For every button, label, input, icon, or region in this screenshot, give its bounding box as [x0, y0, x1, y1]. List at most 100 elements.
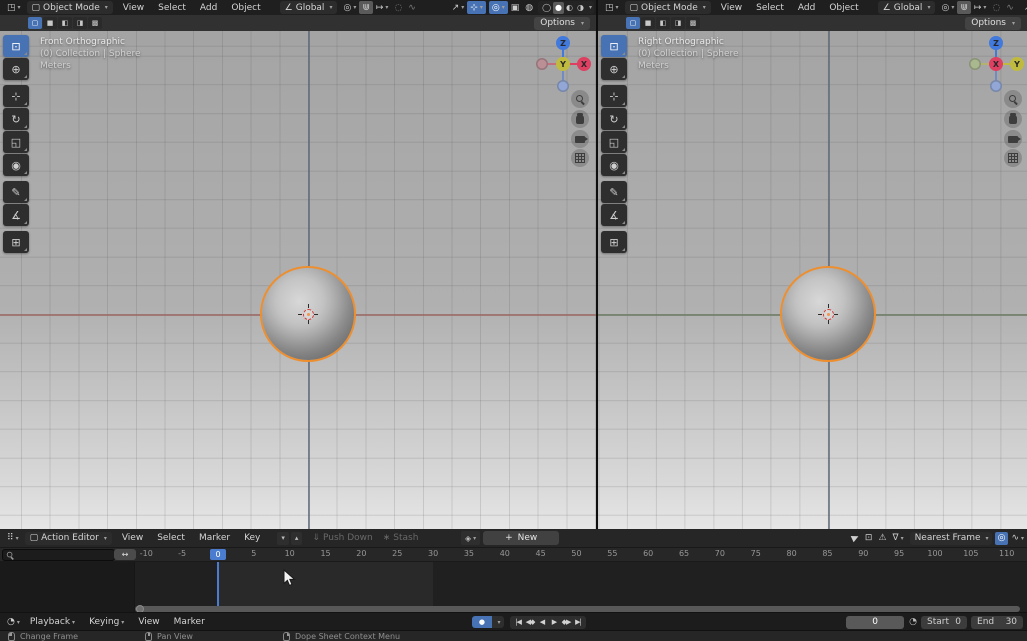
- proportional-falloff-button[interactable]: ∿: [405, 1, 419, 14]
- tool-add-cube[interactable]: ⊞: [601, 231, 627, 253]
- stash-button[interactable]: ∗ Stash: [383, 533, 419, 543]
- use-preview-range-icon[interactable]: ◔: [909, 617, 917, 627]
- next-keyframe-button[interactable]: ◆▶: [560, 618, 572, 626]
- select-mode-intersect[interactable]: ▩: [88, 17, 102, 29]
- playhead-snap-button[interactable]: ▶: [849, 532, 862, 545]
- move-down-button[interactable]: ▾: [277, 532, 289, 545]
- shading-material-preview-icon[interactable]: ◐: [564, 2, 575, 14]
- gizmo-negy-ball[interactable]: [969, 58, 981, 70]
- snap-toggle-button[interactable]: ⋓: [359, 1, 373, 14]
- select-mode-subtract[interactable]: ◧: [58, 17, 72, 29]
- overlays-toggle-button[interactable]: ◍: [522, 1, 536, 14]
- move-up-button[interactable]: ▴: [291, 532, 303, 545]
- camera-view-button[interactable]: [1004, 130, 1022, 148]
- options-button[interactable]: Options ▾: [534, 17, 590, 30]
- play-forward-button[interactable]: ▶: [548, 618, 560, 626]
- orientation-dropdown[interactable]: ∠ Global ▾: [280, 1, 338, 14]
- tool-rotate[interactable]: ↻: [3, 108, 29, 130]
- snap-settings-button[interactable]: ↦ ▾: [373, 1, 392, 14]
- menu-select[interactable]: Select: [151, 3, 193, 13]
- select-mode-extend[interactable]: ■: [641, 17, 655, 29]
- show-gizmo-button[interactable]: ↗ ▾: [449, 1, 468, 14]
- select-mode-subtract[interactable]: ◧: [656, 17, 670, 29]
- snap-mode-dropdown[interactable]: Nearest Frame ▾: [910, 532, 992, 545]
- toggle-ortho-button[interactable]: [1004, 149, 1022, 167]
- dope-mode-dropdown[interactable]: ▢ Action Editor ▾: [25, 532, 112, 545]
- gizmo-x-ball[interactable]: X: [989, 57, 1003, 71]
- tool-scale[interactable]: ◱: [601, 131, 627, 153]
- gizmo-negz-ball[interactable]: [990, 80, 1002, 92]
- editor-type-button[interactable]: ◳ ▾: [4, 1, 24, 14]
- gizmo-negx-ball[interactable]: [536, 58, 548, 70]
- menu-marker[interactable]: Marker: [167, 617, 212, 627]
- menu-object[interactable]: Object: [822, 3, 865, 13]
- tool-transform[interactable]: ◉: [601, 154, 627, 176]
- menu-view[interactable]: View: [714, 3, 749, 13]
- menu-select[interactable]: Select: [749, 3, 791, 13]
- menu-add[interactable]: Add: [791, 3, 822, 13]
- navigation-gizmo[interactable]: Z Y X: [968, 36, 1024, 92]
- snap-target-button[interactable]: ⊹ ▾: [467, 1, 486, 14]
- proportional-edit-toggle[interactable]: ◎: [995, 532, 1009, 545]
- menu-view[interactable]: View: [131, 617, 166, 627]
- playhead-frame-badge[interactable]: 0: [210, 549, 226, 560]
- navigation-gizmo[interactable]: Z X Y: [535, 36, 591, 92]
- show-errors-button[interactable]: ⚠: [875, 532, 889, 545]
- zoom-button[interactable]: [1004, 90, 1022, 108]
- jump-to-end-button[interactable]: ▶|: [572, 618, 584, 626]
- orientation-dropdown[interactable]: ∠ Global ▾: [878, 1, 936, 14]
- filter-button[interactable]: ∇ ▾: [890, 532, 907, 545]
- action-browse-button[interactable]: ◈ ▾: [461, 531, 480, 545]
- tool-select-box[interactable]: ⊡: [601, 35, 627, 57]
- select-mode-set[interactable]: ▢: [626, 17, 640, 29]
- options-button[interactable]: Options ▾: [965, 17, 1021, 30]
- shading-rendered-icon[interactable]: ◑: [575, 2, 586, 14]
- tool-measure[interactable]: ∡: [601, 204, 627, 226]
- shading-wireframe-icon[interactable]: ◯: [540, 2, 553, 14]
- timeline-ruler[interactable]: ↔ -10-5051015202530354045505560657075808…: [0, 548, 1027, 562]
- viewport-canvas-front[interactable]: Front Orthographic (0) Collection | Sphe…: [0, 31, 596, 529]
- select-mode-set[interactable]: ▢: [28, 17, 42, 29]
- tool-move[interactable]: ⊹: [3, 85, 29, 107]
- gizmo-y-ball[interactable]: Y: [1010, 57, 1024, 71]
- snap-settings-button[interactable]: ↦ ▾: [971, 1, 990, 14]
- menu-view[interactable]: View: [116, 3, 151, 13]
- tool-measure[interactable]: ∡: [3, 204, 29, 226]
- editor-type-button[interactable]: ⠿ ▾: [4, 532, 22, 545]
- previous-keyframe-button[interactable]: ◀◆: [524, 618, 536, 626]
- mode-dropdown[interactable]: ▢ Object Mode ▾: [27, 1, 113, 14]
- pan-button[interactable]: [571, 110, 589, 128]
- tool-scale[interactable]: ◱: [3, 131, 29, 153]
- menu-marker[interactable]: Marker: [192, 533, 237, 543]
- tool-annotate[interactable]: ✎: [3, 181, 29, 203]
- tool-add-cube[interactable]: ⊞: [3, 231, 29, 253]
- snap-toggle-button[interactable]: ⋓: [957, 1, 971, 14]
- zoom-button[interactable]: [571, 90, 589, 108]
- tool-cursor[interactable]: ⊕: [3, 58, 29, 80]
- jump-to-start-button[interactable]: |◀: [512, 618, 524, 626]
- tool-move[interactable]: ⊹: [601, 85, 627, 107]
- falloff-dropdown[interactable]: ∿ ▾: [1008, 532, 1027, 545]
- select-mode-intersect[interactable]: ▩: [686, 17, 700, 29]
- editor-type-button[interactable]: ◳ ▾: [602, 1, 622, 14]
- channel-search-field[interactable]: [2, 549, 115, 561]
- menu-keying[interactable]: Keying▾: [82, 617, 131, 627]
- editor-type-button[interactable]: ◔ ▾: [4, 616, 23, 629]
- tool-transform[interactable]: ◉: [3, 154, 29, 176]
- play-reverse-button[interactable]: ◀: [536, 618, 548, 626]
- proportional-editing-button[interactable]: ◌: [989, 1, 1003, 14]
- frame-start-field[interactable]: Start 0: [921, 616, 967, 629]
- current-frame-field[interactable]: 0: [846, 616, 904, 629]
- proportional-falloff-button[interactable]: ∿: [1003, 1, 1017, 14]
- frame-selected-button[interactable]: ⊡: [862, 532, 876, 545]
- frame-end-field[interactable]: End 30: [971, 616, 1023, 629]
- gizmo-negz-ball[interactable]: [557, 80, 569, 92]
- pan-range-button[interactable]: ↔: [114, 549, 136, 560]
- menu-key[interactable]: Key: [237, 533, 267, 543]
- shading-solid-icon[interactable]: ●: [553, 2, 564, 14]
- pivot-point-button[interactable]: ◎ ▾: [340, 1, 359, 14]
- gizmo-toggle-button[interactable]: ▣: [508, 1, 523, 14]
- gizmo-z-ball[interactable]: Z: [989, 36, 1003, 50]
- overlays-dropdown-button[interactable]: ◎ ▾: [489, 1, 508, 14]
- select-mode-invert[interactable]: ◨: [73, 17, 87, 29]
